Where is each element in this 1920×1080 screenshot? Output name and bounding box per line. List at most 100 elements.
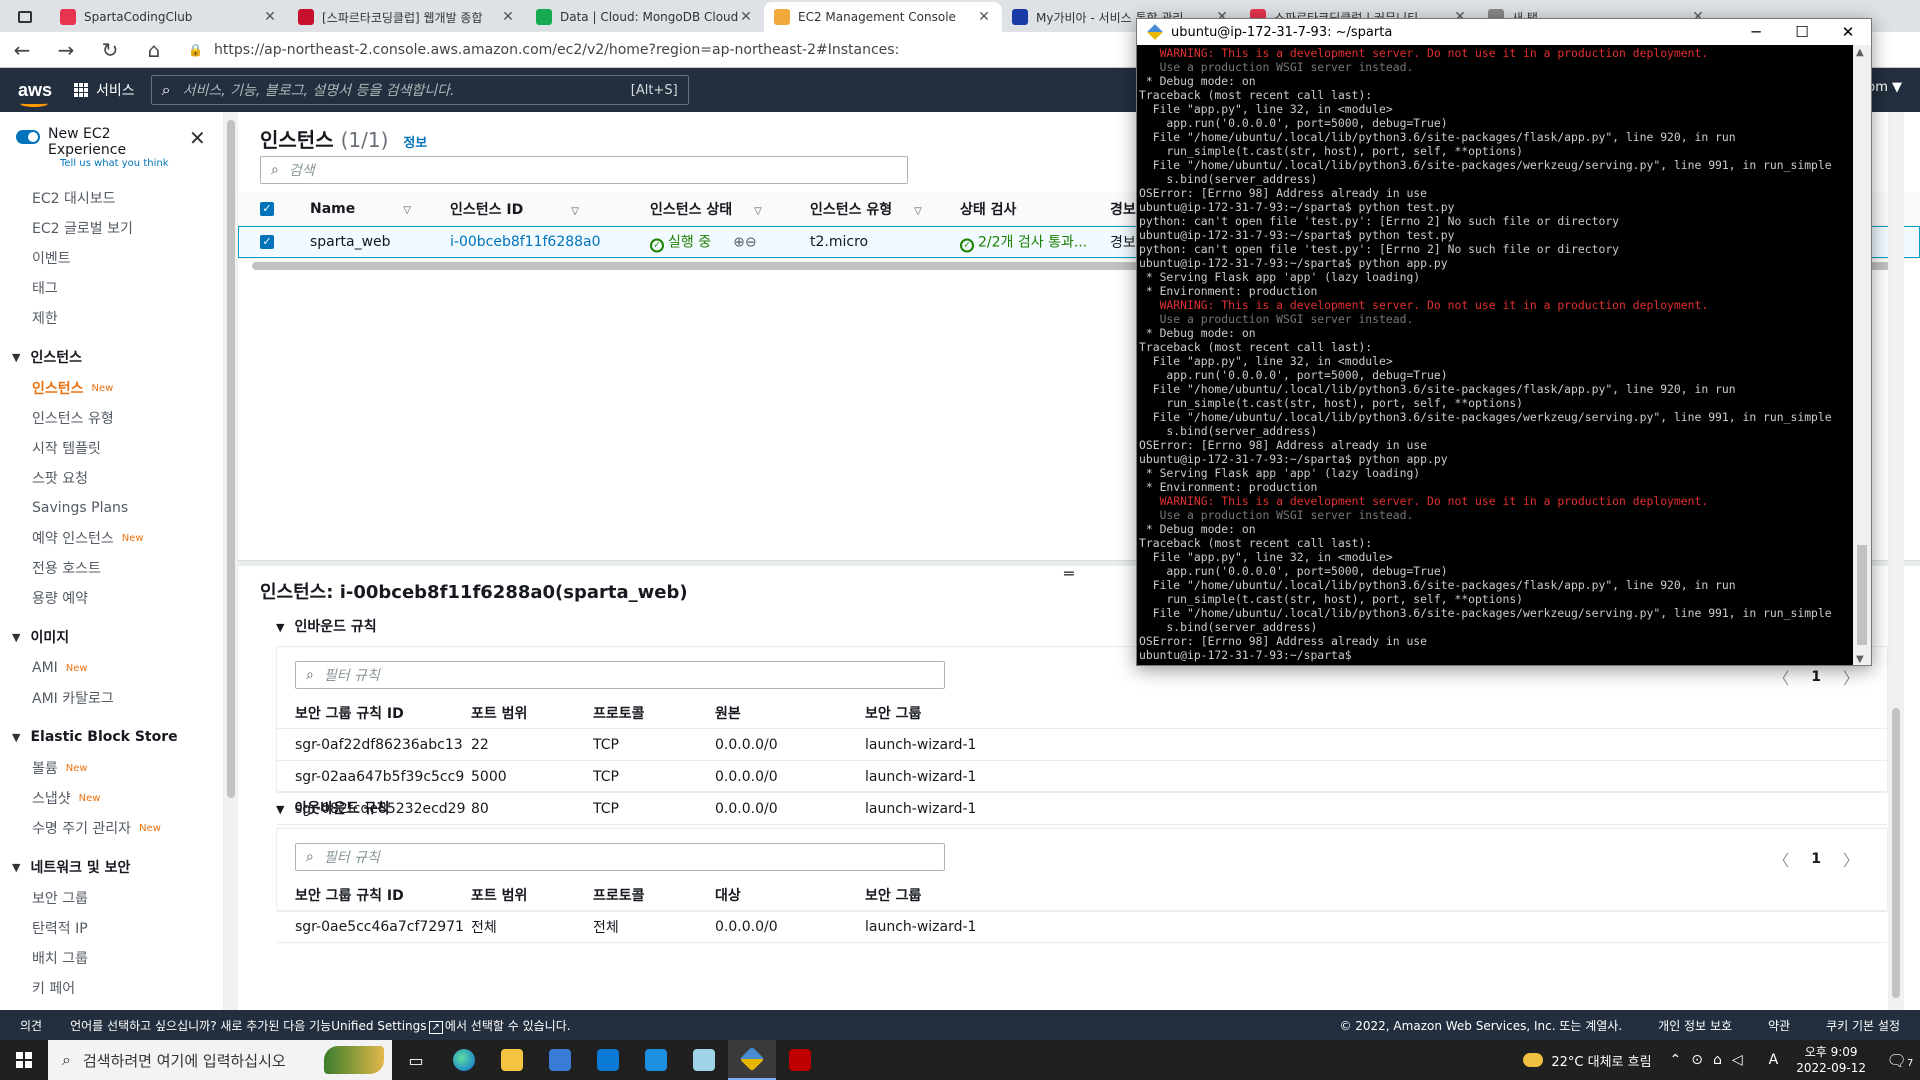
services-menu-button[interactable]: 서비스 bbox=[74, 80, 135, 100]
drag-handle-icon[interactable]: ═ bbox=[1064, 564, 1074, 583]
sidebar-item[interactable]: 태그 bbox=[0, 273, 223, 303]
tab-close-icon[interactable]: ✕ bbox=[500, 9, 516, 25]
sidebar-scrollbar[interactable] bbox=[224, 112, 238, 1010]
sidebar-item[interactable]: 이벤트 bbox=[0, 243, 223, 273]
tab-close-icon[interactable]: ✕ bbox=[738, 9, 754, 25]
task-view-button[interactable]: ▭ bbox=[392, 1040, 440, 1080]
chevron-left-icon[interactable]: 〈 bbox=[1773, 847, 1789, 871]
outbound-rules-toggle[interactable]: ▼ 아웃바운드 규칙 bbox=[276, 798, 390, 818]
sidebar-item[interactable]: 스팟 요청 bbox=[0, 463, 223, 493]
sidebar-item[interactable]: 인스턴스 New bbox=[0, 373, 223, 403]
col-instance-type[interactable]: 인스턴스 유형 ▽ bbox=[810, 199, 922, 219]
col-status-check[interactable]: 상태 검사 bbox=[960, 199, 1016, 219]
inbound-rules-toggle[interactable]: ▼ 인바운드 규칙 bbox=[276, 616, 377, 636]
close-icon[interactable]: ✕ bbox=[1825, 23, 1871, 41]
row-checkbox[interactable]: ✓ bbox=[260, 235, 274, 249]
page-number[interactable]: 1 bbox=[1811, 669, 1821, 685]
terminal-window[interactable]: ubuntu@ip-172-31-7-93: ~/sparta ─ ☐ ✕ WA… bbox=[1136, 18, 1872, 666]
privacy-link[interactable]: 개인 정보 보호 bbox=[1658, 1017, 1732, 1034]
main-scrollbar[interactable] bbox=[1888, 112, 1904, 1010]
col-alarm[interactable]: 경보 bbox=[1110, 199, 1136, 219]
start-button[interactable] bbox=[0, 1040, 48, 1080]
sidebar-item[interactable]: 제한 bbox=[0, 303, 223, 333]
select-all-checkbox[interactable]: ✓ bbox=[260, 201, 274, 216]
terms-link[interactable]: 약관 bbox=[1768, 1017, 1790, 1034]
sidebar-item[interactable]: 시작 템플릿 bbox=[0, 433, 223, 463]
inbound-filter-input[interactable]: ⌕ 필터 규칙 bbox=[295, 661, 945, 689]
instance-id-link[interactable]: i-00bceb8f11f6288a0 bbox=[450, 234, 601, 250]
browser-tab[interactable]: [스파르타코딩클럽] 웹개발 종합 ✕ bbox=[288, 2, 526, 32]
sidebar-item[interactable]: 수명 주기 관리자 New bbox=[0, 813, 223, 843]
weather-widget[interactable]: 22°C 대체로 흐림 bbox=[1523, 1051, 1652, 1070]
sidebar-item[interactable]: EC2 글로벌 보기 bbox=[0, 213, 223, 243]
sidebar-item[interactable]: 인스턴스 유형 bbox=[0, 403, 223, 433]
chevron-right-icon[interactable]: 〉 bbox=[1843, 847, 1859, 871]
sidebar-item[interactable]: Savings Plans bbox=[0, 493, 223, 523]
scroll-up-icon[interactable]: ▲ bbox=[1856, 47, 1864, 58]
col-name[interactable]: Name ▽ bbox=[310, 201, 411, 217]
chevron-right-icon[interactable]: 〉 bbox=[1843, 665, 1859, 689]
sidebar-section-header[interactable]: ▼ 인스턴스 bbox=[0, 341, 223, 373]
ime-indicator[interactable]: A bbox=[1769, 1052, 1779, 1068]
instances-search-input[interactable]: ⌕ 검색 bbox=[260, 156, 908, 184]
taskbar-app-store[interactable] bbox=[584, 1040, 632, 1080]
filter-icon[interactable]: ▽ bbox=[914, 206, 922, 217]
col-instance-state[interactable]: 인스턴스 상태 ▽ bbox=[650, 199, 762, 219]
sidebar-section-header[interactable]: ▼ Elastic Block Store bbox=[0, 721, 223, 753]
page-number[interactable]: 1 bbox=[1811, 851, 1821, 867]
feedback-link[interactable]: Tell us what you think bbox=[60, 158, 189, 169]
tab-close-icon[interactable]: ✕ bbox=[976, 9, 992, 25]
sidebar-item[interactable]: 용량 예약 bbox=[0, 583, 223, 613]
sidebar-item[interactable]: AMI New bbox=[0, 653, 223, 683]
terminal-output[interactable]: WARNING: This is a development server. D… bbox=[1137, 45, 1855, 665]
tab-close-icon[interactable]: ✕ bbox=[262, 9, 278, 25]
browser-tab[interactable]: EC2 Management Console ✕ bbox=[764, 2, 1002, 32]
taskbar-app-filezilla[interactable] bbox=[776, 1040, 824, 1080]
chevron-left-icon[interactable]: 〈 bbox=[1773, 665, 1789, 689]
terminal-titlebar[interactable]: ubuntu@ip-172-31-7-93: ~/sparta ─ ☐ ✕ bbox=[1137, 19, 1871, 45]
sidebar-section-header[interactable]: ▼ 네트워크 및 보안 bbox=[0, 851, 223, 883]
taskbar-app-explorer[interactable] bbox=[488, 1040, 536, 1080]
taskbar-app-putty[interactable] bbox=[728, 1040, 776, 1080]
tab-actions-button[interactable] bbox=[0, 2, 50, 32]
maximize-icon[interactable]: ☐ bbox=[1779, 23, 1825, 41]
browser-tab[interactable]: Data | Cloud: MongoDB Cloud ✕ bbox=[526, 2, 764, 32]
sidebar-item[interactable]: 예약 인스턴스 New bbox=[0, 523, 223, 553]
sidebar-item[interactable]: 전용 호스트 bbox=[0, 553, 223, 583]
sidebar-item[interactable]: 키 페어 bbox=[0, 973, 223, 1003]
tray-icons[interactable]: ⌃⊙⌂◁ bbox=[1670, 1052, 1753, 1068]
sidebar-item[interactable]: 스냅샷 New bbox=[0, 783, 223, 813]
filter-icon[interactable]: ▽ bbox=[403, 205, 411, 216]
account-menu[interactable]: om ▼ bbox=[1867, 80, 1902, 95]
sidebar-item[interactable]: 볼륨 New bbox=[0, 753, 223, 783]
taskbar-app-notepad[interactable] bbox=[680, 1040, 728, 1080]
reload-button[interactable]: ↻ bbox=[88, 32, 132, 68]
external-link-icon[interactable]: ↗ bbox=[428, 1020, 443, 1034]
info-link[interactable]: 정보 bbox=[403, 136, 427, 151]
taskbar-app-calculator[interactable] bbox=[536, 1040, 584, 1080]
scroll-down-icon[interactable]: ▼ bbox=[1856, 654, 1864, 665]
cookie-preferences-link[interactable]: 쿠키 기본 설정 bbox=[1826, 1017, 1900, 1034]
filter-icon[interactable]: ▽ bbox=[754, 206, 762, 217]
taskbar-search-input[interactable]: ⌕ 검색하려면 여기에 입력하십시오 bbox=[48, 1040, 392, 1080]
clock[interactable]: 오후 9:09 2022-09-12 bbox=[1796, 1044, 1866, 1076]
sidebar-section-header[interactable]: ▼ 이미지 bbox=[0, 621, 223, 653]
taskbar-app-edge[interactable] bbox=[440, 1040, 488, 1080]
sidebar-item[interactable]: 탄력적 IP bbox=[0, 913, 223, 943]
aws-logo[interactable]: aws bbox=[18, 80, 52, 107]
terminal-scrollbar[interactable]: ▲ ▼ bbox=[1853, 45, 1871, 665]
forward-button[interactable]: → bbox=[44, 32, 88, 68]
col-instance-id[interactable]: 인스턴스 ID ▽ bbox=[450, 199, 579, 219]
outbound-filter-input[interactable]: ⌕ 필터 규칙 bbox=[295, 843, 945, 871]
close-icon[interactable]: ✕ bbox=[189, 126, 207, 150]
zoom-icon[interactable]: ⊕⊖ bbox=[733, 235, 756, 251]
notifications-button[interactable]: 🗨7 bbox=[1880, 1051, 1920, 1070]
filter-icon[interactable]: ▽ bbox=[571, 206, 579, 217]
back-button[interactable]: ← bbox=[0, 32, 44, 68]
aws-search-input[interactable]: ⌕ 서비스, 기능, 블로그, 설명서 등을 검색합니다. [Alt+S] bbox=[150, 75, 689, 105]
new-experience-toggle[interactable] bbox=[16, 130, 40, 144]
minimize-icon[interactable]: ─ bbox=[1733, 23, 1779, 41]
sidebar-item[interactable]: AMI 카탈로그 bbox=[0, 683, 223, 713]
sidebar-item[interactable]: 보안 그룹 bbox=[0, 883, 223, 913]
browser-tab[interactable]: SpartaCodingClub ✕ bbox=[50, 2, 288, 32]
